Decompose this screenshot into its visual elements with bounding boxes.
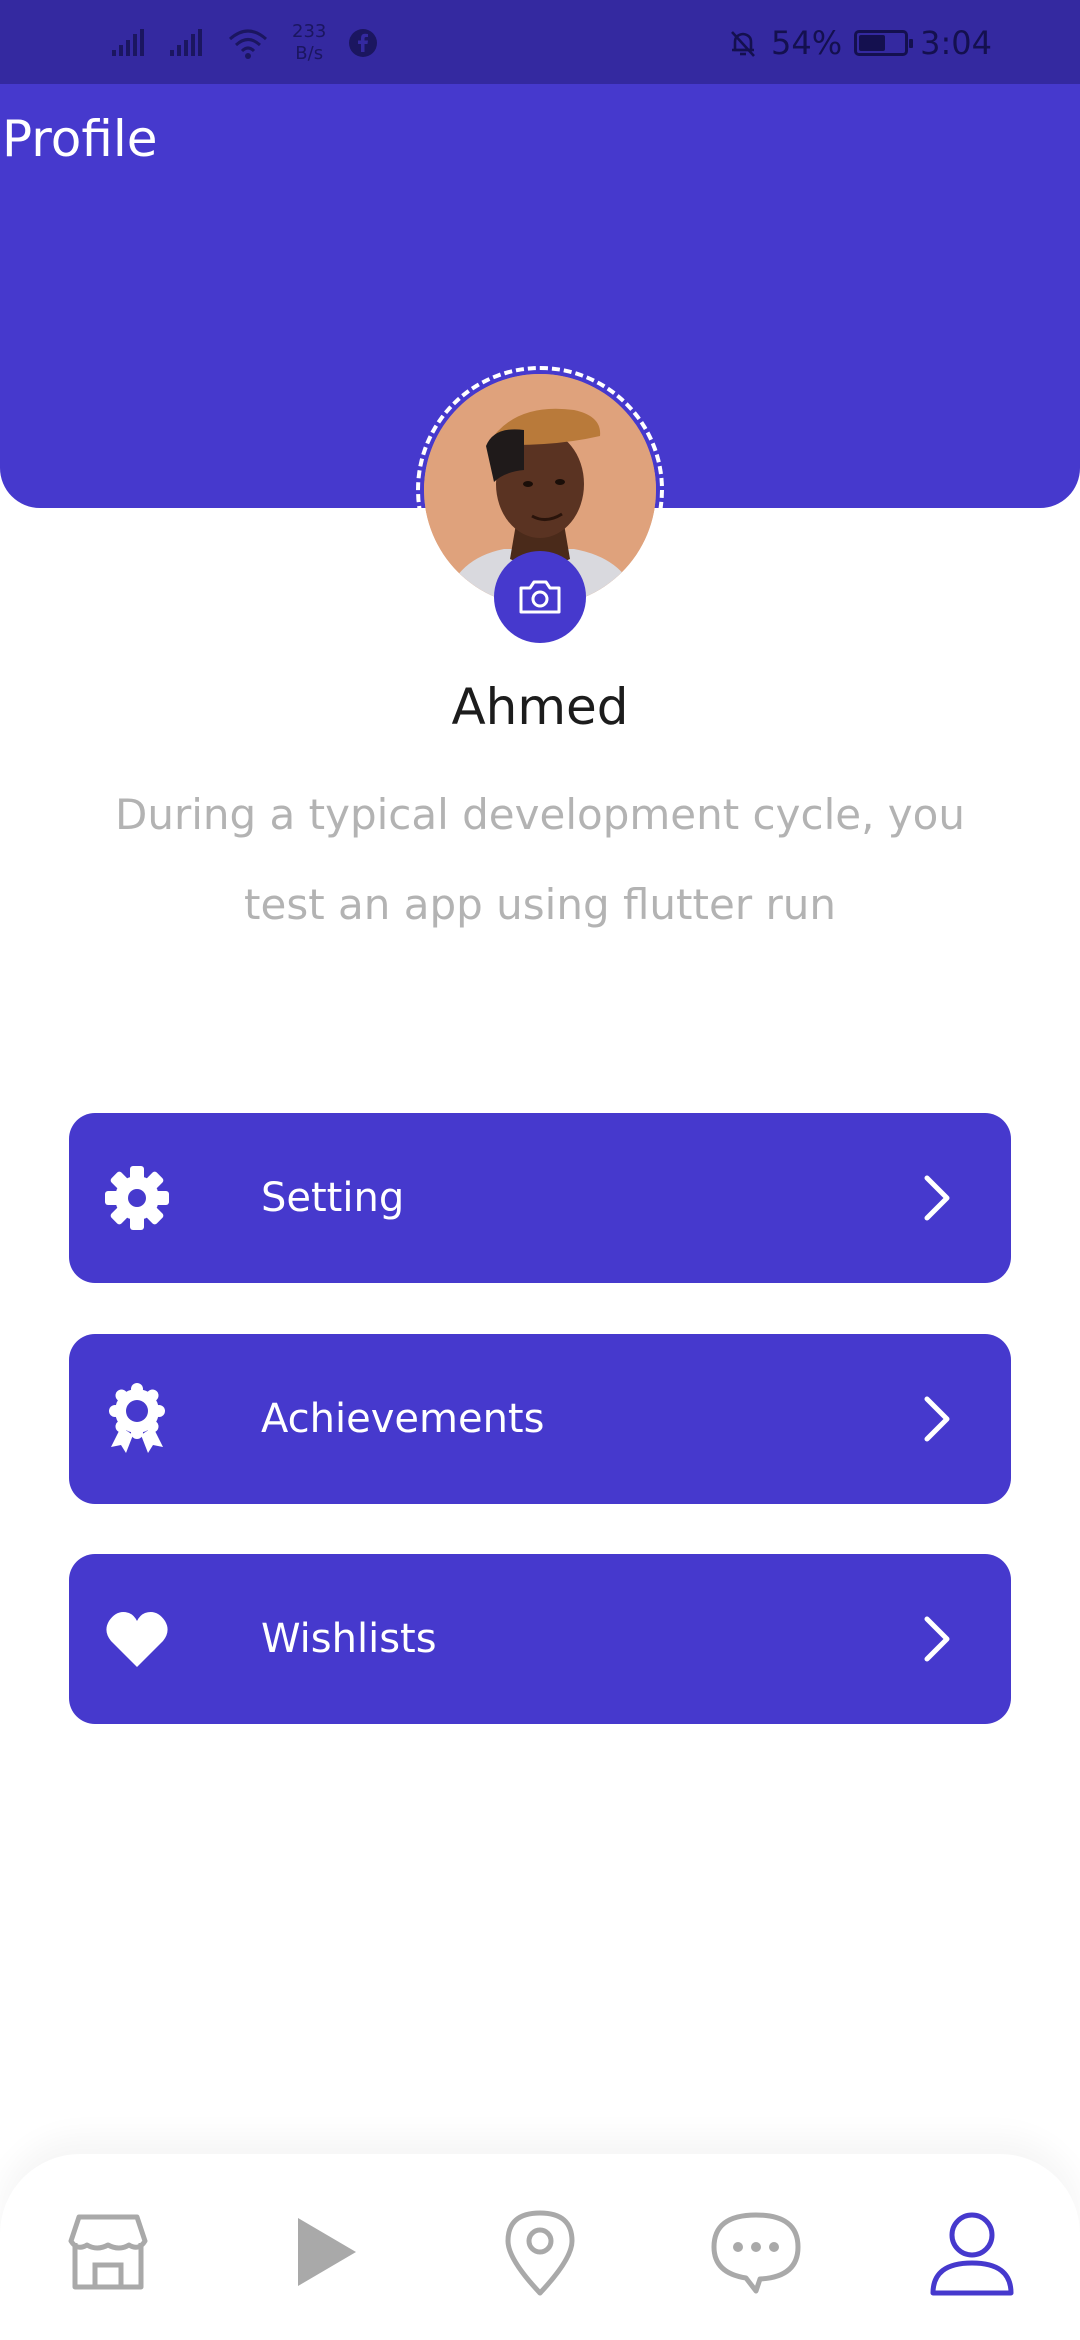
battery-percent: 54%: [771, 24, 843, 62]
chat-icon: [711, 2212, 801, 2294]
signal-icon-2: [170, 29, 202, 56]
user-icon: [930, 2212, 1014, 2296]
profile-bio: During a typical development cycle, you …: [115, 790, 965, 929]
bell-off-icon: [731, 31, 755, 57]
chevron-right-icon: [924, 1616, 950, 1662]
gear-icon: [105, 1166, 169, 1230]
heart-icon: [106, 1612, 168, 1667]
signal-icon: [112, 29, 144, 56]
setting-label: Setting: [261, 1175, 405, 1221]
nav-chat[interactable]: [708, 2204, 804, 2300]
nav-play[interactable]: [276, 2204, 372, 2300]
status-right: 54% 3:04: [727, 20, 992, 66]
status-left: 233 B/s: [110, 20, 378, 66]
chevron-right-icon: [924, 1396, 950, 1442]
nav-store[interactable]: [60, 2204, 156, 2300]
chevron-right-icon: [924, 1175, 950, 1221]
play-icon: [298, 2218, 356, 2286]
achievements-button[interactable]: Achievements: [69, 1334, 1011, 1504]
wishlists-label: Wishlists: [261, 1616, 437, 1662]
change-photo-button[interactable]: [494, 551, 586, 643]
net-speed: 233 B/s: [292, 21, 326, 65]
wifi-icon: [229, 29, 267, 59]
net-speed-value: 233: [292, 21, 327, 42]
clock: 3:04: [920, 24, 992, 62]
award-icon: [109, 1383, 165, 1453]
net-speed-unit: B/s: [295, 43, 324, 64]
store-icon: [68, 2214, 148, 2290]
battery-icon: [854, 30, 914, 56]
nav-profile[interactable]: [924, 2204, 1020, 2300]
camera-icon: [519, 580, 561, 614]
achievements-label: Achievements: [261, 1396, 545, 1442]
status-bar: 233 B/s 54% 3:04: [0, 0, 1080, 84]
wishlists-button[interactable]: Wishlists: [69, 1554, 1011, 1724]
profile-name: Ahmed: [451, 678, 629, 736]
bottom-nav: [0, 2154, 1080, 2340]
page-title: Profile: [2, 110, 158, 168]
setting-button[interactable]: Setting: [69, 1113, 1011, 1283]
facebook-icon: [349, 29, 378, 57]
location-pin-icon: [505, 2210, 575, 2296]
nav-location[interactable]: [492, 2204, 588, 2300]
